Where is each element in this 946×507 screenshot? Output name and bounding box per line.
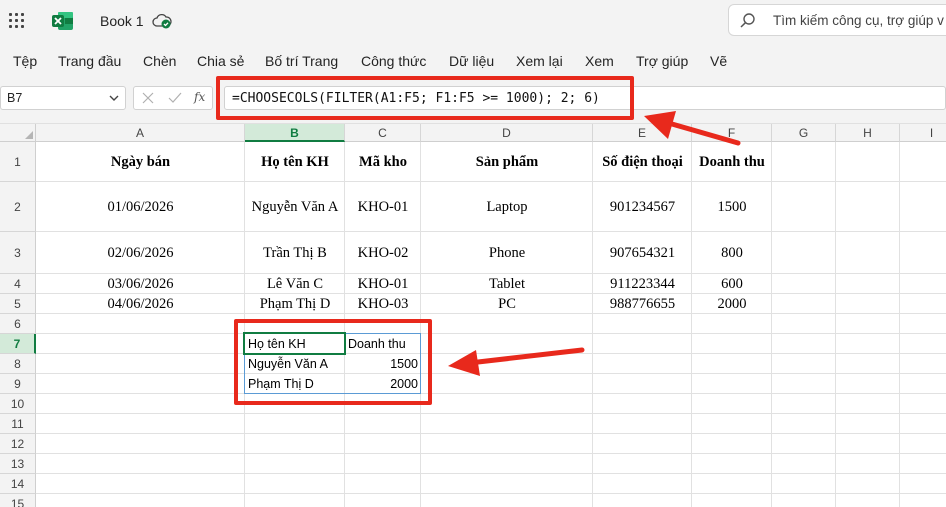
gridline (36, 373, 946, 374)
gridline (36, 393, 946, 394)
formula-highlight-box (216, 76, 634, 120)
tab-data[interactable]: Dữ liệu (449, 53, 494, 69)
tab-file[interactable]: Tệp (13, 53, 37, 69)
tab-formulas[interactable]: Công thức (361, 53, 426, 69)
tab-help[interactable]: Trợ giúp (636, 53, 688, 69)
check-icon[interactable] (168, 92, 182, 104)
table-header-cell[interactable]: Mã kho (345, 142, 421, 182)
table-cell[interactable]: KHO-01 (345, 274, 421, 294)
row-header-14[interactable]: 14 (0, 474, 36, 494)
select-all-button[interactable] (0, 124, 36, 142)
name-box-value: B7 (7, 91, 23, 105)
table-header-cell[interactable]: Ngày bán (36, 142, 245, 182)
row-header-11[interactable]: 11 (0, 414, 36, 434)
search-placeholder: Tìm kiếm công cụ, trợ giúp v (773, 13, 944, 28)
table-cell[interactable]: Trần Thị B (245, 232, 345, 274)
table-cell[interactable]: 04/06/2026 (36, 294, 245, 314)
row-header-7[interactable]: 7 (0, 334, 36, 354)
workbook-name[interactable]: Book 1 (100, 13, 144, 29)
table-header-cell[interactable]: Họ tên KH (245, 142, 345, 182)
table-cell[interactable]: 01/06/2026 (36, 182, 245, 232)
table-cell[interactable]: Phạm Thị D (245, 294, 345, 314)
tab-share[interactable]: Chia sẻ (197, 53, 244, 69)
ribbon-tabs: Tệp Trang đầu Chèn Chia sẻ Bố trí Trang … (0, 42, 946, 80)
chevron-down-icon[interactable] (109, 94, 119, 102)
table-cell[interactable]: Phone (421, 232, 593, 274)
column-header-i[interactable]: I (900, 124, 946, 142)
tab-home[interactable]: Trang đầu (58, 53, 121, 69)
row-header-3[interactable]: 3 (0, 232, 36, 274)
table-cell[interactable]: 907654321 (593, 232, 692, 274)
cancel-icon[interactable] (142, 92, 154, 104)
table-cell[interactable]: 988776655 (593, 294, 692, 314)
table-cell[interactable]: 911223344 (593, 274, 692, 294)
row-header-4[interactable]: 4 (0, 274, 36, 294)
gridline (36, 453, 946, 454)
column-header-b[interactable]: B (245, 124, 345, 142)
table-cell[interactable]: 1500 (692, 182, 772, 232)
row-header-9[interactable]: 9 (0, 374, 36, 394)
cloud-saved-icon[interactable] (152, 12, 172, 30)
gridline (36, 493, 946, 494)
row-header-2[interactable]: 2 (0, 182, 36, 232)
column-header-g[interactable]: G (772, 124, 836, 142)
search-icon (740, 13, 755, 28)
table-cell[interactable]: PC (421, 294, 593, 314)
table-cell[interactable]: KHO-03 (345, 294, 421, 314)
table-cell[interactable]: Nguyễn Văn A (245, 182, 345, 232)
gridline (36, 353, 946, 354)
gridline (36, 413, 946, 414)
table-cell[interactable]: 03/06/2026 (36, 274, 245, 294)
worksheet-grid[interactable]: A B C D E F G H I 1 2 3 4 5 6 7 8 9 10 1… (0, 116, 946, 507)
table-cell[interactable]: KHO-01 (345, 182, 421, 232)
column-header-e[interactable]: E (593, 124, 692, 142)
table-cell[interactable]: 02/06/2026 (36, 232, 245, 274)
table-cell[interactable]: Tablet (421, 274, 593, 294)
tab-page-layout[interactable]: Bố trí Trang (265, 53, 338, 69)
row-header-15[interactable]: 15 (0, 494, 36, 507)
column-header-a[interactable]: A (36, 124, 245, 142)
table-header-cell[interactable]: Sản phẩm (421, 142, 593, 182)
row-header-8[interactable]: 8 (0, 354, 36, 374)
insert-function-button[interactable]: fx (194, 90, 205, 104)
table-cell[interactable]: Laptop (421, 182, 593, 232)
row-header-6[interactable]: 6 (0, 314, 36, 334)
table-cell[interactable]: 901234567 (593, 182, 692, 232)
excel-logo-icon (52, 12, 73, 30)
tab-view[interactable]: Xem (585, 53, 614, 69)
row-header-5[interactable]: 5 (0, 294, 36, 314)
tab-draw[interactable]: Vẽ (710, 53, 727, 69)
table-header-cell[interactable]: Doanh thu (692, 142, 772, 182)
gridline (36, 473, 946, 474)
result-highlight-box (234, 319, 432, 405)
table-header-cell[interactable]: Số điện thoại (593, 142, 692, 182)
table-cell[interactable]: 800 (692, 232, 772, 274)
gridline (36, 433, 946, 434)
tab-review[interactable]: Xem lại (516, 53, 563, 69)
table-cell[interactable]: 600 (692, 274, 772, 294)
app-launcher-icon[interactable] (8, 12, 26, 30)
name-box[interactable]: B7 (0, 86, 126, 110)
column-header-c[interactable]: C (345, 124, 421, 142)
column-header-f[interactable]: F (692, 124, 772, 142)
column-header-d[interactable]: D (421, 124, 593, 142)
row-header-13[interactable]: 13 (0, 454, 36, 474)
gridline (36, 333, 946, 334)
formula-controls: fx (133, 86, 213, 110)
column-header-h[interactable]: H (836, 124, 900, 142)
table-cell[interactable]: 2000 (692, 294, 772, 314)
row-header-1[interactable]: 1 (0, 142, 36, 182)
row-header-12[interactable]: 12 (0, 434, 36, 454)
search-box[interactable]: Tìm kiếm công cụ, trợ giúp v (728, 4, 946, 36)
table-cell[interactable]: KHO-02 (345, 232, 421, 274)
title-bar: Book 1 Tìm kiếm công cụ, trợ giúp v (0, 0, 946, 42)
row-header-10[interactable]: 10 (0, 394, 36, 414)
tab-insert[interactable]: Chèn (143, 53, 176, 69)
table-cell[interactable]: Lê Văn C (245, 274, 345, 294)
